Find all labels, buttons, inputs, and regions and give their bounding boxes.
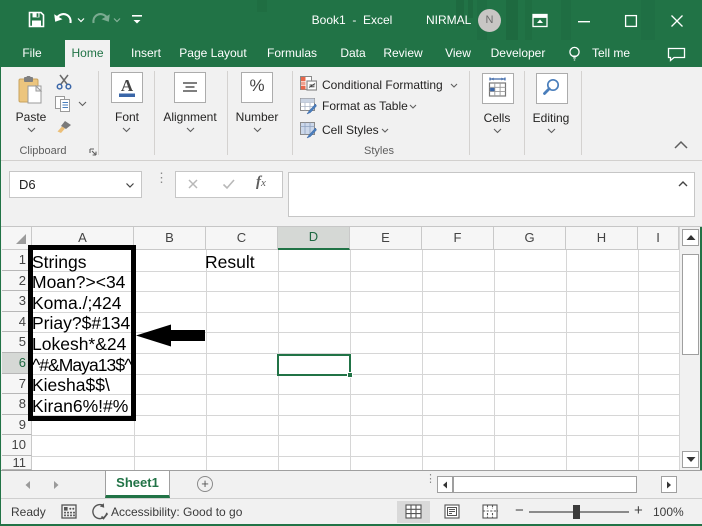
svg-text:A: A bbox=[121, 76, 134, 95]
